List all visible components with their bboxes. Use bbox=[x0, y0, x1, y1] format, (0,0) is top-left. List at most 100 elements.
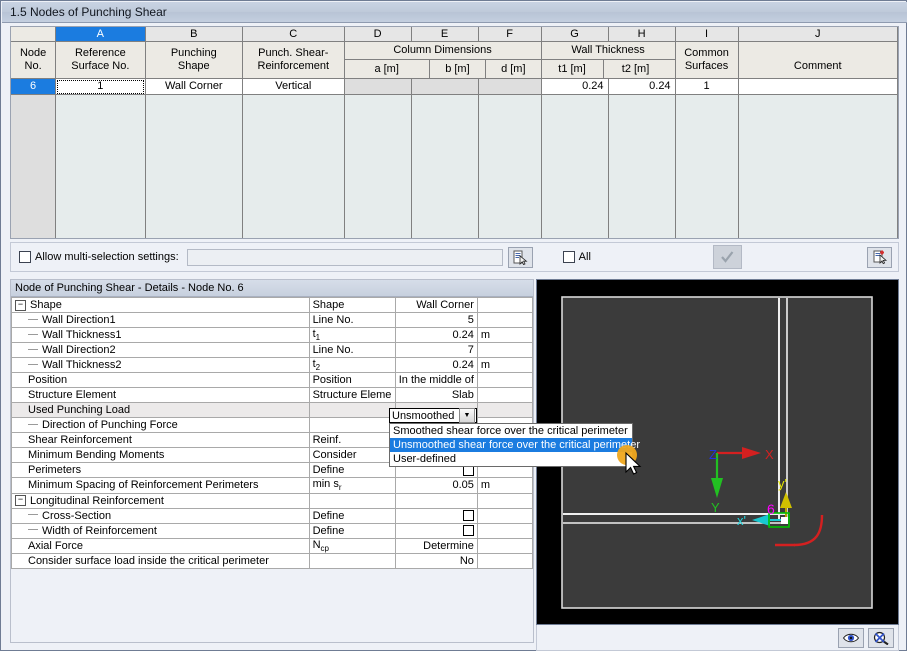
grid-corner bbox=[11, 27, 56, 42]
details-value[interactable]: Wall Corner bbox=[395, 298, 477, 313]
column-header-d[interactable]: D bbox=[344, 27, 411, 42]
tree-branch-icon bbox=[28, 349, 38, 350]
details-symbol: Structure Eleme bbox=[309, 388, 395, 403]
apply-check-button[interactable] bbox=[713, 245, 742, 269]
details-symbol bbox=[309, 493, 395, 508]
details-label: Cross-Section bbox=[12, 508, 310, 523]
cell-punch-shear-reinforcement[interactable]: Vertical bbox=[243, 79, 345, 95]
details-row[interactable]: Wall Direction1Line No.5 bbox=[12, 313, 533, 328]
cell-b[interactable] bbox=[411, 79, 478, 95]
details-value[interactable]: Slab bbox=[395, 388, 477, 403]
details-symbol: Reinf. bbox=[309, 433, 395, 448]
dropdown-option[interactable]: Unsmoothed shear force over the critical… bbox=[390, 438, 632, 452]
details-unit: m bbox=[477, 358, 532, 373]
details-row[interactable]: −ShapeShapeWall Corner bbox=[12, 298, 533, 313]
dropdown-option[interactable]: User-defined bbox=[390, 452, 632, 466]
cell-d[interactable] bbox=[478, 79, 541, 95]
hide-selection-button[interactable] bbox=[868, 628, 894, 648]
cell-comment[interactable] bbox=[738, 79, 897, 95]
cell-a[interactable] bbox=[344, 79, 411, 95]
delete-row-button[interactable] bbox=[867, 247, 892, 268]
details-value[interactable] bbox=[395, 493, 477, 508]
details-value[interactable]: In the middle of bbox=[395, 373, 477, 388]
details-value[interactable]: Determine bbox=[395, 538, 477, 553]
details-value-checkbox[interactable] bbox=[395, 523, 477, 538]
cell-reference-surface-no[interactable]: 1 bbox=[56, 79, 145, 95]
details-row[interactable]: −Longitudinal Reinforcement bbox=[12, 493, 533, 508]
details-value[interactable]: 0.24 bbox=[395, 358, 477, 373]
column-header-i[interactable]: I bbox=[675, 27, 738, 42]
checkbox-icon[interactable] bbox=[463, 510, 474, 521]
details-unit bbox=[477, 508, 532, 523]
details-label: Structure Element bbox=[12, 388, 310, 403]
allow-multi-selection-checkbox[interactable] bbox=[19, 251, 31, 263]
details-symbol: Define bbox=[309, 508, 395, 523]
table-empty-area[interactable] bbox=[11, 95, 898, 240]
details-unit bbox=[477, 553, 532, 568]
details-row[interactable]: Wall Thickness1t10.24m bbox=[12, 328, 533, 343]
details-label: Wall Direction2 bbox=[12, 343, 310, 358]
multi-selection-input[interactable] bbox=[187, 249, 503, 266]
collapse-toggle-icon[interactable]: − bbox=[15, 300, 26, 311]
tree-branch-icon bbox=[28, 424, 38, 425]
details-value[interactable]: 5 bbox=[395, 313, 477, 328]
column-header-j[interactable]: J bbox=[738, 27, 897, 42]
all-checkbox[interactable] bbox=[563, 251, 575, 263]
details-symbol bbox=[309, 553, 395, 568]
cell-punching-shape[interactable]: Wall Corner bbox=[145, 79, 242, 95]
details-row[interactable]: PositionPositionIn the middle of bbox=[12, 373, 533, 388]
collapse-toggle-icon[interactable]: − bbox=[15, 495, 26, 506]
details-label: Axial Force bbox=[12, 538, 310, 553]
checkbox-icon[interactable] bbox=[463, 525, 474, 536]
nodes-table[interactable]: ABCDEFGHIJNodeNo.ReferenceSurface No.Pun… bbox=[10, 26, 899, 239]
details-value[interactable]: 0.24 bbox=[395, 328, 477, 343]
details-label: Shear Reinforcement bbox=[12, 433, 310, 448]
details-row[interactable]: Wall Direction2Line No.7 bbox=[12, 343, 533, 358]
cell-common-surfaces[interactable]: 1 bbox=[675, 79, 738, 95]
details-label: Minimum Bending Moments bbox=[12, 448, 310, 463]
pick-in-graphic-button[interactable] bbox=[508, 247, 533, 268]
tree-branch-icon bbox=[28, 319, 38, 320]
details-value[interactable]: No bbox=[395, 553, 477, 568]
details-symbol: Shape bbox=[309, 298, 395, 313]
details-value[interactable]: 0.05 bbox=[395, 478, 477, 493]
details-unit: m bbox=[477, 328, 532, 343]
apply-check-icon bbox=[719, 249, 735, 265]
column-header-h[interactable]: H bbox=[608, 27, 675, 42]
details-row[interactable]: Width of ReinforcementDefine bbox=[12, 523, 533, 538]
details-label: −Shape bbox=[12, 298, 310, 313]
cell-t2[interactable]: 0.24 bbox=[608, 79, 675, 95]
column-header-b[interactable]: B bbox=[145, 27, 242, 42]
dropdown-option[interactable]: Smoothed shear force over the critical p… bbox=[390, 424, 632, 438]
details-unit bbox=[477, 523, 532, 538]
column-header-c[interactable]: C bbox=[243, 27, 345, 42]
details-value[interactable]: 7 bbox=[395, 343, 477, 358]
column-header-e[interactable]: E bbox=[411, 27, 478, 42]
column-header-g[interactable]: G bbox=[541, 27, 608, 42]
details-row[interactable]: Structure ElementStructure ElemeSlab bbox=[12, 388, 533, 403]
used-punching-load-dropdown[interactable]: Smoothed shear force over the critical p… bbox=[389, 423, 633, 467]
chevron-down-icon[interactable]: ▼ bbox=[459, 408, 475, 423]
axis-label-x-local: x' bbox=[737, 513, 746, 528]
cell-t1[interactable]: 0.24 bbox=[541, 79, 608, 95]
details-row[interactable]: Wall Thickness2t20.24m bbox=[12, 358, 533, 373]
eye-visibility-button[interactable] bbox=[838, 628, 864, 648]
column-header-f[interactable]: F bbox=[478, 27, 541, 42]
col-header-b: PunchingShape bbox=[145, 42, 242, 79]
used-punching-load-combobox[interactable]: Unsmoothed ▼ bbox=[389, 408, 477, 423]
details-value-checkbox[interactable] bbox=[395, 508, 477, 523]
details-row[interactable]: Cross-SectionDefine bbox=[12, 508, 533, 523]
table-row[interactable]: 61Wall CornerVertical0.240.241 bbox=[11, 79, 898, 95]
col-group-wall-thickness: Wall Thicknesst1 [m]t2 [m] bbox=[541, 42, 675, 79]
column-header-a[interactable]: A bbox=[56, 27, 145, 42]
details-label: Position bbox=[12, 373, 310, 388]
details-symbol: min sr bbox=[309, 478, 395, 493]
details-symbol: Ncp bbox=[309, 538, 395, 553]
window-title: 1.5 Nodes of Punching Shear bbox=[10, 5, 167, 19]
details-label: Consider surface load inside the critica… bbox=[12, 553, 310, 568]
details-row[interactable]: Consider surface load inside the critica… bbox=[12, 553, 533, 568]
row-number[interactable]: 6 bbox=[11, 79, 56, 95]
details-row[interactable]: Minimum Spacing of Reinforcement Perimet… bbox=[12, 478, 533, 493]
details-row[interactable]: Axial ForceNcpDetermine bbox=[12, 538, 533, 553]
details-symbol bbox=[309, 403, 395, 418]
